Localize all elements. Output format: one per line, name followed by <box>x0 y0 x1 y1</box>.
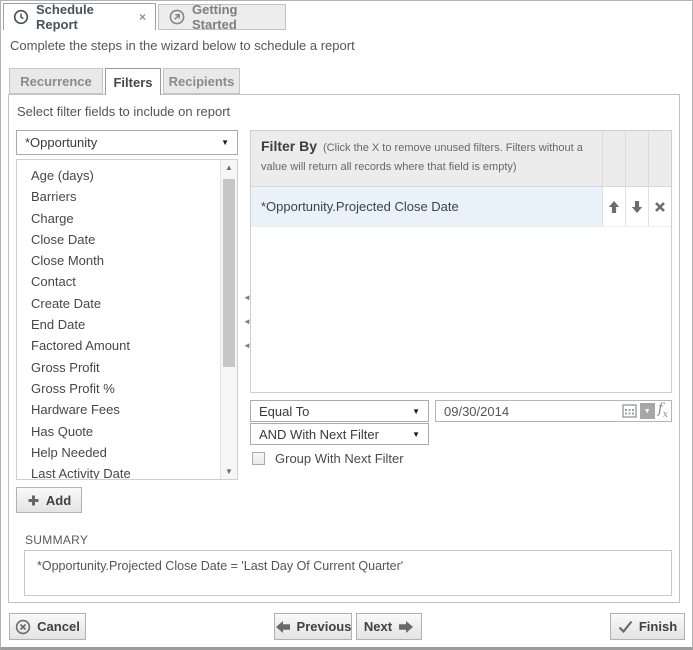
chevron-down-icon: ▼ <box>644 408 651 415</box>
header-cell-move-up <box>602 131 625 186</box>
list-item[interactable]: Last Activity Date <box>17 463 221 480</box>
condition-select-value: Equal To <box>259 404 309 419</box>
tab-recurrence-label: Recurrence <box>20 74 92 89</box>
formula-fx-icon[interactable]: fx <box>658 402 668 420</box>
add-button-label: Add <box>46 493 71 508</box>
filter-value-input[interactable] <box>444 404 619 419</box>
summary-label: SUMMARY <box>25 533 88 547</box>
group-checkbox-label: Group With Next Filter <box>275 451 404 466</box>
condition-select[interactable]: Equal To ▼ <box>250 400 429 422</box>
filters-panel: Select filter fields to include on repor… <box>8 94 680 603</box>
filter-row[interactable]: *Opportunity.Projected Close Date <box>251 187 671 227</box>
cancel-circle-icon <box>15 619 31 635</box>
filter-by-header: Filter By(Click the X to remove unused f… <box>251 131 671 187</box>
filter-by-body <box>251 227 671 392</box>
cancel-button[interactable]: Cancel <box>9 613 86 640</box>
tab-recurrence[interactable]: Recurrence <box>9 68 103 94</box>
cancel-button-label: Cancel <box>37 619 80 634</box>
schedule-report-window: Schedule Report × Getting Started Comple… <box>0 0 693 650</box>
list-item[interactable]: Hardware Fees <box>17 399 221 420</box>
operator-select[interactable]: AND With Next Filter ▼ <box>250 423 429 445</box>
scroll-down-icon[interactable]: ▼ <box>221 467 237 476</box>
list-item[interactable]: Barriers <box>17 186 221 207</box>
plus-icon <box>27 494 40 507</box>
list-item[interactable]: Contact <box>17 271 221 292</box>
list-item[interactable]: Close Date <box>17 229 221 250</box>
launch-icon <box>169 9 185 25</box>
tab-recipients[interactable]: Recipients <box>163 68 240 94</box>
tab-recipients-label: Recipients <box>169 74 235 89</box>
list-item[interactable]: End Date <box>17 314 221 335</box>
category-select[interactable]: *Opportunity ▼ <box>16 130 238 155</box>
tab-schedule-report-label: Schedule Report <box>36 2 132 32</box>
arrow-down-icon <box>630 200 644 214</box>
select-fields-label: Select filter fields to include on repor… <box>17 104 230 119</box>
remove-filter-button[interactable] <box>648 187 671 226</box>
list-item[interactable]: Help Needed <box>17 442 221 463</box>
move-down-button[interactable] <box>625 187 648 226</box>
summary-text: *Opportunity.Projected Close Date = 'Las… <box>37 559 403 573</box>
group-with-next-filter: Group With Next Filter <box>252 451 404 466</box>
previous-button[interactable]: Previous <box>274 613 352 640</box>
scrollbar-thumb[interactable] <box>223 179 235 367</box>
operator-select-value: AND With Next Filter <box>259 427 379 442</box>
filter-value-field: ▼ fx <box>435 400 672 422</box>
check-icon <box>618 620 633 633</box>
value-dropdown-button[interactable]: ▼ <box>640 403 655 419</box>
list-item[interactable]: Has Quote <box>17 421 221 442</box>
list-item[interactable]: Charge <box>17 208 221 229</box>
filter-by-title: Filter By <box>261 138 317 154</box>
previous-button-label: Previous <box>297 619 352 634</box>
summary-box: *Opportunity.Projected Close Date = 'Las… <box>24 550 672 596</box>
chevron-down-icon: ▼ <box>221 138 229 147</box>
finish-button-label: Finish <box>639 619 677 634</box>
tab-getting-started[interactable]: Getting Started <box>158 4 286 30</box>
chevron-down-icon: ▼ <box>412 430 420 439</box>
tab-filters-label: Filters <box>113 75 152 90</box>
add-button[interactable]: Add <box>16 487 82 513</box>
arrow-right-icon <box>398 620 414 634</box>
chevron-down-icon: ▼ <box>412 407 420 416</box>
list-item[interactable]: Close Month <box>17 250 221 271</box>
tab-getting-started-label: Getting Started <box>192 2 275 32</box>
tab-filters[interactable]: Filters <box>105 68 161 95</box>
finish-button[interactable]: Finish <box>610 613 685 640</box>
list-scrollbar[interactable]: ▲ ▼ <box>220 160 237 479</box>
close-icon <box>654 201 666 213</box>
category-select-value: *Opportunity <box>25 135 97 150</box>
filter-by-header-text: Filter By(Click the X to remove unused f… <box>251 131 602 186</box>
next-button-label: Next <box>364 619 392 634</box>
header-cell-move-down <box>625 131 648 186</box>
close-tab-icon[interactable]: × <box>139 10 146 24</box>
clock-icon <box>13 9 29 25</box>
arrow-left-icon <box>275 620 291 634</box>
calendar-icon[interactable] <box>622 404 637 418</box>
list-item[interactable]: Gross Profit <box>17 357 221 378</box>
arrow-up-icon <box>607 200 621 214</box>
filter-by-grid: Filter By(Click the X to remove unused f… <box>250 130 672 393</box>
list-item[interactable]: Create Date <box>17 293 221 314</box>
list-item[interactable]: Age (days) <box>17 165 221 186</box>
header-cell-remove <box>648 131 671 186</box>
list-item[interactable]: Gross Profit % <box>17 378 221 399</box>
scroll-up-icon[interactable]: ▲ <box>221 163 237 172</box>
filter-row-field-label: *Opportunity.Projected Close Date <box>261 199 459 214</box>
next-button[interactable]: Next <box>356 613 422 640</box>
list-item[interactable]: Factored Amount <box>17 335 221 356</box>
tab-schedule-report[interactable]: Schedule Report × <box>3 3 156 30</box>
wizard-intro-text: Complete the steps in the wizard below t… <box>10 38 355 53</box>
group-checkbox[interactable] <box>252 452 265 465</box>
move-up-button[interactable] <box>602 187 625 226</box>
filter-row-field[interactable]: *Opportunity.Projected Close Date <box>251 187 602 226</box>
field-listbox: Age (days) Barriers Charge Close Date Cl… <box>16 159 238 480</box>
